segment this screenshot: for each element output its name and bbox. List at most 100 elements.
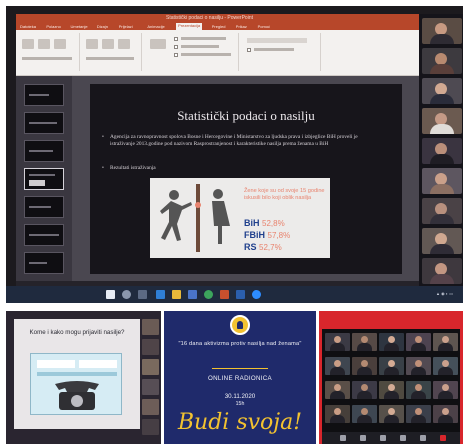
ribbon-tab[interactable]: Umetanje: [71, 24, 88, 29]
ribbon-tab[interactable]: Dizajn: [97, 24, 108, 29]
participant-video[interactable]: [142, 399, 159, 415]
hide-slide-button[interactable]: [102, 39, 114, 49]
divider: [212, 368, 268, 369]
ribbon-tab[interactable]: Pregled: [212, 24, 226, 29]
chat-icon[interactable]: [400, 435, 406, 441]
chrome-icon[interactable]: [204, 290, 213, 299]
participant-video[interactable]: [142, 359, 159, 375]
ribbon-label: [22, 57, 72, 60]
slide-title: Statistički podaci o nasilju: [177, 108, 315, 123]
participant-video[interactable]: [379, 357, 404, 375]
leave-icon[interactable]: [440, 435, 446, 441]
participant-video[interactable]: [422, 168, 462, 194]
participant-video[interactable]: [142, 339, 159, 355]
from-beginning-button[interactable]: [22, 39, 34, 49]
participant-video[interactable]: [422, 228, 462, 254]
ribbon-tabs: Datoteka Polazno Umetanje Dizajn Prijelazi An…: [16, 23, 419, 30]
ribbon-tab[interactable]: Pomoć: [258, 24, 270, 29]
participant-video[interactable]: [325, 357, 350, 375]
ribbon-label: [86, 57, 134, 60]
share-screen-icon[interactable]: [420, 435, 426, 441]
ribbon-tab[interactable]: Prikaz: [236, 24, 247, 29]
use-timings-checkbox[interactable]: [174, 45, 178, 49]
participant-video[interactable]: [422, 258, 462, 284]
slide-thumbnail[interactable]: [24, 252, 64, 274]
participant-video[interactable]: [142, 379, 159, 395]
participant-video[interactable]: [142, 419, 159, 435]
slide-thumbnail-selected[interactable]: [24, 168, 64, 190]
participant-video[interactable]: [379, 333, 404, 351]
camera-icon[interactable]: [360, 435, 366, 441]
presenter-view-checkbox[interactable]: [247, 48, 251, 52]
participant-video[interactable]: [379, 381, 404, 399]
stat-bih: BiH 52,8%: [244, 218, 285, 228]
play-narrations-checkbox[interactable]: [174, 37, 178, 41]
setup-slideshow-button[interactable]: [86, 39, 98, 49]
edge-icon[interactable]: [156, 290, 165, 299]
powerpoint-window: Statistički podaci o nasilju - PowerPoin…: [16, 14, 419, 294]
participant-video[interactable]: [352, 381, 377, 399]
ribbon-tab[interactable]: Polazno: [46, 24, 60, 29]
slide-thumbnail[interactable]: [24, 112, 64, 134]
participant-video[interactable]: [352, 333, 377, 351]
word-icon[interactable]: [236, 290, 245, 299]
present-online-button[interactable]: [54, 39, 66, 49]
explorer-icon[interactable]: [172, 290, 181, 299]
poster-quote: "16 dana aktivizma protiv nasilja nad že…: [178, 341, 302, 347]
participant-video[interactable]: [422, 138, 462, 164]
zoom-icon[interactable]: [252, 290, 261, 299]
participant-video[interactable]: [142, 319, 159, 335]
task-view-icon[interactable]: [138, 290, 147, 299]
participant-video[interactable]: [422, 198, 462, 224]
system-tray[interactable]: ▲ ◉ ◐ ▭: [436, 291, 453, 296]
powerpoint-icon[interactable]: [220, 290, 229, 299]
participant-video[interactable]: [433, 381, 458, 399]
slide-title: Kome i kako mogu prijaviti nasilje?: [29, 329, 125, 336]
participants-icon[interactable]: [380, 435, 386, 441]
participant-video[interactable]: [379, 405, 404, 423]
participant-video[interactable]: [406, 405, 431, 423]
current-slide: Statistički podaci o nasilju Agencija za…: [90, 84, 402, 274]
participant-video[interactable]: [422, 108, 462, 134]
aggressor-victim-icon: [160, 184, 230, 252]
ribbon-tab[interactable]: Animacije: [147, 24, 164, 29]
participant-video[interactable]: [406, 357, 431, 375]
ribbon-tab[interactable]: Datoteka: [20, 24, 36, 29]
slide-thumbnail[interactable]: [24, 196, 64, 218]
participant-video[interactable]: [422, 78, 462, 104]
participant-video[interactable]: [325, 405, 350, 423]
participant-video[interactable]: [406, 381, 431, 399]
slide-thumbnail[interactable]: [24, 84, 64, 106]
rehearse-timings-button[interactable]: [118, 39, 130, 49]
search-icon[interactable]: [122, 290, 131, 299]
stat-fbih: FBiH 57,8%: [244, 230, 291, 240]
violence-infographic: Žene koje su od svoje 15 godine iskusili…: [150, 178, 330, 258]
ribbon-label: [181, 53, 231, 56]
monitor-select[interactable]: [247, 38, 307, 43]
participant-video[interactable]: [352, 405, 377, 423]
participant-video[interactable]: [325, 381, 350, 399]
ribbon-tab[interactable]: Prezentacija: [176, 23, 203, 30]
participant-video[interactable]: [433, 333, 458, 351]
slide-thumbnail[interactable]: [24, 224, 64, 246]
mic-icon[interactable]: [340, 435, 346, 441]
participant-video[interactable]: [325, 333, 350, 351]
ribbon-tab[interactable]: Prijelazi: [119, 24, 133, 29]
participant-video[interactable]: [422, 18, 462, 44]
ribbon: [16, 30, 419, 76]
record-slideshow-button[interactable]: [150, 39, 166, 49]
ribbon-group-start: [18, 33, 80, 71]
participant-video[interactable]: [406, 333, 431, 351]
slide-thumbnail[interactable]: [24, 140, 64, 162]
store-icon[interactable]: [188, 290, 197, 299]
participant-video[interactable]: [352, 357, 377, 375]
bottom-right-photo: [319, 311, 463, 444]
show-media-controls-checkbox[interactable]: [174, 53, 178, 57]
participant-video[interactable]: [433, 405, 458, 423]
windows-start-icon[interactable]: [106, 290, 115, 299]
participant-video[interactable]: [433, 357, 458, 375]
slide-bullet: Agencija za ravnopravnost spolova Bosne …: [102, 134, 382, 148]
from-current-slide-button[interactable]: [38, 39, 50, 49]
ribbon-group-setup: [82, 33, 142, 71]
participant-video[interactable]: [422, 48, 462, 74]
